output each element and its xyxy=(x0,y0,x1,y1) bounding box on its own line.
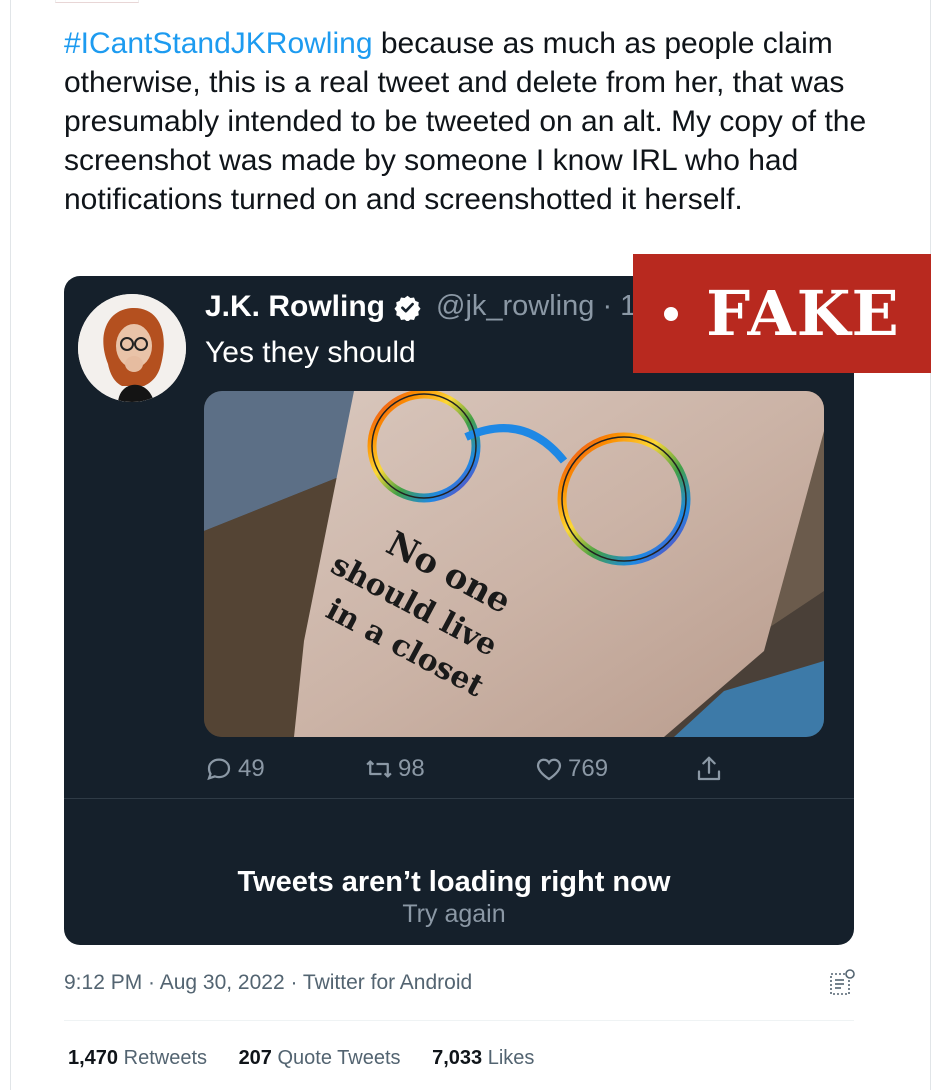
embedded-tweet-text: Yes they should xyxy=(205,336,416,369)
likes-label: Likes xyxy=(487,1047,535,1069)
embed-divider xyxy=(64,798,854,799)
tweet-timestamp-source[interactable]: 9:12 PM · Aug 30, 2022 · Twitter for And… xyxy=(64,971,472,995)
retweets-count: 1,470 xyxy=(68,1047,119,1069)
previous-item-edge xyxy=(55,0,139,3)
quote-tweets-label: Quote Tweets xyxy=(277,1047,401,1069)
try-again-link[interactable]: Try again xyxy=(64,900,844,929)
bullet-dot xyxy=(664,306,679,321)
share-action[interactable] xyxy=(694,754,728,784)
likes-stat[interactable]: 7,033 Likes xyxy=(432,1047,534,1069)
reply-count: 49 xyxy=(238,755,265,782)
stats-divider xyxy=(64,1020,854,1021)
fake-label-text: FAKE xyxy=(706,277,900,350)
fake-label-badge: FAKE xyxy=(633,254,931,373)
tattoo-photo-image: No one should live in a closet xyxy=(204,391,824,737)
page-border-left xyxy=(10,0,11,1090)
retweet-count: 98 xyxy=(398,755,425,782)
heart-icon xyxy=(536,758,562,781)
reply-icon xyxy=(207,758,231,781)
likes-count: 7,033 xyxy=(432,1047,483,1069)
retweet-icon xyxy=(366,760,392,778)
hashtag-link[interactable]: #ICantStandJKRowling xyxy=(64,27,373,60)
like-count: 769 xyxy=(568,755,609,782)
quote-tweets-count: 207 xyxy=(238,1047,272,1069)
embedded-author-handle[interactable]: @jk_rowling · 1 xyxy=(436,290,636,323)
retweets-stat[interactable]: 1,470 Retweets xyxy=(68,1047,207,1069)
avatar[interactable] xyxy=(78,294,186,402)
verified-badge-icon xyxy=(394,295,421,321)
like-action[interactable]: 769 xyxy=(534,754,608,784)
retweet-action[interactable]: 98 xyxy=(364,754,425,784)
reply-action[interactable]: 49 xyxy=(204,754,265,784)
tweet-text: #ICantStandJKRowling because as much as … xyxy=(64,24,884,219)
share-icon xyxy=(697,756,721,781)
avatar-photo xyxy=(78,294,186,402)
embedded-author-name[interactable]: J.K. Rowling xyxy=(205,290,385,324)
tattoo-photo[interactable]: No one should live in a closet xyxy=(204,391,824,737)
embedded-tweet-screenshot[interactable]: J.K. Rowling @jk_rowling · 1 Yes they sh… xyxy=(64,276,854,945)
engagement-stats: 1,470 Retweets 207 Quote Tweets 7,033 Li… xyxy=(68,1047,560,1070)
page-border-right xyxy=(930,0,931,1090)
analytics-icon[interactable] xyxy=(828,968,856,998)
quote-tweets-stat[interactable]: 207 Quote Tweets xyxy=(239,1047,401,1069)
loading-error-title: Tweets aren’t loading right now xyxy=(237,866,671,898)
retweets-label: Retweets xyxy=(123,1047,207,1069)
embedded-action-bar: 49 98 769 xyxy=(64,754,854,798)
